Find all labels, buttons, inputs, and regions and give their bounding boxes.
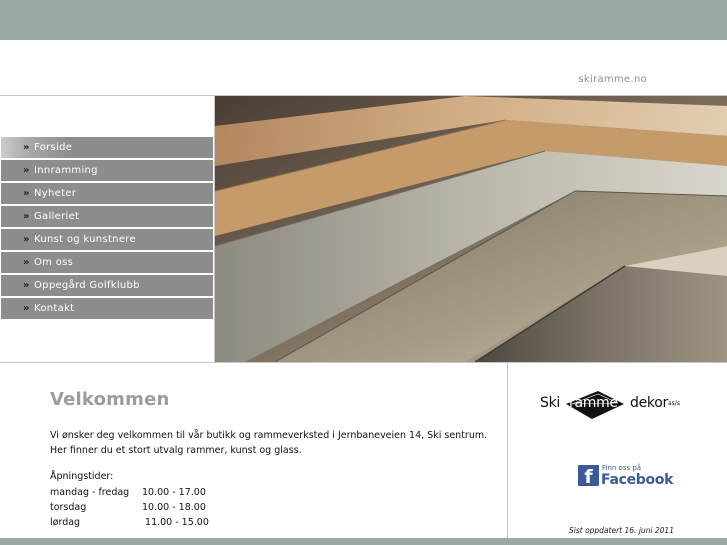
logo-suffix: as/s: [668, 400, 680, 407]
hero-frames-photo: [214, 96, 727, 362]
hours-day: lørdag: [50, 517, 81, 528]
nav-item-nyheter[interactable]: » Nyheter: [1, 183, 213, 204]
nav-label: Om oss: [34, 257, 74, 268]
nav-item-om-oss[interactable]: » Om oss: [1, 252, 213, 273]
hours-title: Åpningstider:: [50, 471, 114, 482]
top-bar: [0, 0, 727, 40]
intro-line: Vi ønsker deg velkommen til vår butikk o…: [50, 430, 488, 441]
logo-text-dekor: dekor: [630, 395, 668, 411]
skirammedekor-logo[interactable]: Ski ramme dekor as/s: [540, 390, 710, 420]
nav-label: Innramming: [34, 165, 98, 176]
nav-label: Kunst og kunstnere: [34, 234, 136, 245]
nav-label: Forside: [34, 142, 73, 153]
hours-time: 11.00 - 15.00: [142, 517, 209, 528]
logo-text-ramme: ramme: [569, 395, 618, 411]
nav-label: Nyheter: [34, 188, 77, 199]
main-nav: » Forside » Innramming » Nyheter » Galleriet…: [1, 137, 213, 321]
opening-hours: mandag - fredag 10.00 - 17.00 torsdag 10…: [50, 485, 270, 530]
nav-arrow-icon: »: [23, 280, 30, 291]
nav-arrow-icon: »: [23, 165, 30, 176]
side-panel: Ski ramme dekor as/s f Finn oss på Faceb…: [507, 362, 727, 538]
hours-day: mandag - fredag: [50, 487, 130, 498]
nav-item-kunst[interactable]: » Kunst og kunstnere: [1, 229, 213, 250]
nav-arrow-icon: »: [23, 142, 30, 153]
hero-section: » Forside » Innramming » Nyheter » Galleriet…: [0, 95, 727, 363]
welcome-section: Velkommen Vi ønsker deg velkommen til vå…: [0, 362, 507, 538]
page-title: Velkommen: [50, 389, 170, 410]
logo-text-ski: Ski: [540, 395, 560, 411]
nav-item-kontakt[interactable]: » Kontakt: [1, 298, 213, 319]
hours-row: lørdag 11.00 - 15.00: [50, 515, 270, 530]
nav-item-forside[interactable]: » Forside: [1, 137, 213, 158]
intro-line: Her finner du et stort utvalg rammer, ku…: [50, 445, 302, 456]
nav-item-innramming[interactable]: » Innramming: [1, 160, 213, 181]
facebook-small-text: Finn oss på: [602, 464, 642, 472]
bottom-bar: [0, 538, 727, 545]
hours-time: 10.00 - 18.00: [142, 502, 206, 513]
hours-time: 10.00 - 17.00: [142, 487, 206, 498]
nav-label: Oppegård Golfklubb: [34, 280, 140, 291]
facebook-text: Facebook: [601, 472, 674, 488]
nav-arrow-icon: »: [23, 211, 30, 222]
nav-arrow-icon: »: [23, 303, 30, 314]
intro-text: Vi ønsker deg velkommen til vår butikk o…: [50, 428, 490, 458]
hours-row: torsdag 10.00 - 18.00: [50, 500, 270, 515]
nav-label: Kontakt: [34, 303, 75, 314]
last-updated: Sist oppdatert 16. juni 2011: [569, 526, 674, 535]
facebook-link[interactable]: f Finn oss på Facebook: [578, 463, 673, 489]
hours-row: mandag - fredag 10.00 - 17.00: [50, 485, 270, 500]
frame-corners-illustration: [215, 96, 727, 362]
nav-label: Galleriet: [34, 211, 80, 222]
nav-arrow-icon: »: [23, 234, 30, 245]
hours-day: torsdag: [50, 502, 87, 513]
facebook-icon: f: [578, 465, 599, 488]
nav-arrow-icon: »: [23, 257, 30, 268]
nav-arrow-icon: »: [23, 188, 30, 199]
site-link[interactable]: skiramme.no: [578, 74, 647, 85]
nav-item-galleriet[interactable]: » Galleriet: [1, 206, 213, 227]
nav-item-golfklubb[interactable]: » Oppegård Golfklubb: [1, 275, 213, 296]
